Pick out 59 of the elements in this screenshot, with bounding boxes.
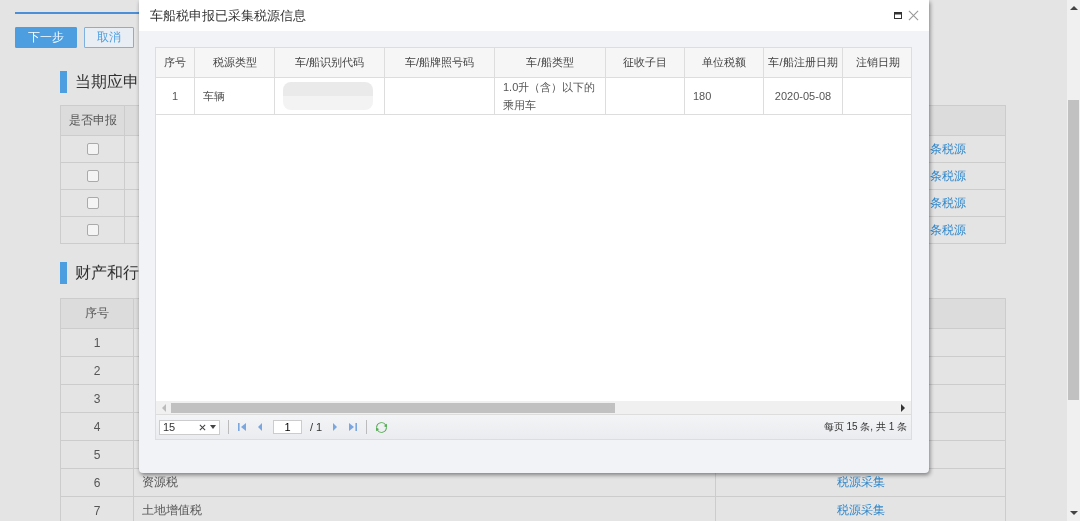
vertical-scrollbar[interactable]	[1067, 0, 1080, 521]
row-number: 4	[93, 419, 101, 434]
column-header: 是否申报	[61, 106, 125, 135]
column-header: 车/船注册日期	[764, 48, 843, 77]
row-number: 7	[93, 503, 101, 518]
tax-name: 土地增值税	[142, 502, 202, 519]
row-number: 1	[93, 335, 101, 350]
column-header: 注销日期	[855, 55, 901, 70]
column-header: 车/船牌照号码	[385, 48, 495, 77]
table-cell-text: 车辆	[203, 89, 225, 104]
row-number: 6	[93, 475, 101, 490]
column-header: 单位税额	[685, 48, 764, 77]
checkbox[interactable]	[86, 143, 99, 155]
close-icon[interactable]	[908, 10, 919, 21]
tax-name: 资源税	[142, 474, 178, 491]
table-cell-text: 2020-05-08	[774, 89, 832, 104]
section-title: 财产和行	[75, 262, 139, 283]
table-cell-text: 1	[171, 89, 179, 104]
last-page-icon[interactable]	[348, 422, 359, 432]
horizontal-scrollbar[interactable]	[156, 401, 911, 415]
page-number-input[interactable]: 1	[273, 420, 302, 434]
column-header: 车/船类型	[495, 48, 606, 77]
maximize-icon[interactable]	[894, 12, 902, 19]
table-cell-text: 1.0升（含）以下的乘用车	[503, 80, 597, 113]
dialog-title: 车船税申报已采集税源信息	[150, 6, 307, 25]
action-button[interactable]: 取消	[84, 27, 134, 48]
tax-source-link[interactable]: 条税源	[930, 140, 966, 158]
right-arrow-icon[interactable]	[901, 403, 906, 412]
first-page-icon[interactable]	[237, 422, 247, 432]
section-title: 当期应申	[75, 71, 139, 92]
row-number: 3	[93, 391, 101, 406]
left-arrow-icon[interactable]	[161, 403, 166, 412]
column-header: 序号	[61, 299, 134, 328]
up-arrow-icon[interactable]	[1069, 5, 1078, 11]
clear-icon[interactable]	[199, 423, 206, 431]
section-marker	[60, 71, 67, 93]
page-summary: 每页 15 条, 共 1 条	[823, 420, 907, 434]
checkbox[interactable]	[86, 224, 99, 236]
checkbox[interactable]	[86, 197, 99, 209]
page-total: / 1	[310, 421, 323, 433]
section-marker	[60, 262, 67, 284]
checkbox[interactable]	[86, 170, 99, 182]
column-header: 税源类型	[195, 48, 275, 77]
row-number: 2	[93, 363, 101, 378]
collect-link[interactable]: 税源采集	[836, 474, 885, 491]
tax-source-link[interactable]: 条税源	[930, 221, 966, 239]
column-header: 车/船识别代码	[275, 48, 385, 77]
tax-source-link[interactable]: 条税源	[930, 167, 966, 185]
page-size-select[interactable]: 15	[159, 419, 220, 435]
action-button[interactable]: 下一步	[15, 27, 77, 48]
row-number: 5	[93, 447, 101, 462]
caret-icon[interactable]	[210, 425, 216, 429]
refresh-icon[interactable]	[375, 420, 389, 434]
tax-source-link[interactable]: 条税源	[930, 194, 966, 212]
down-arrow-icon[interactable]	[1069, 510, 1078, 516]
collect-link[interactable]: 税源采集	[836, 502, 885, 519]
column-header: 征收子目	[606, 48, 685, 77]
table-cell-text: 180	[693, 89, 712, 104]
column-header: 序号	[156, 48, 195, 77]
